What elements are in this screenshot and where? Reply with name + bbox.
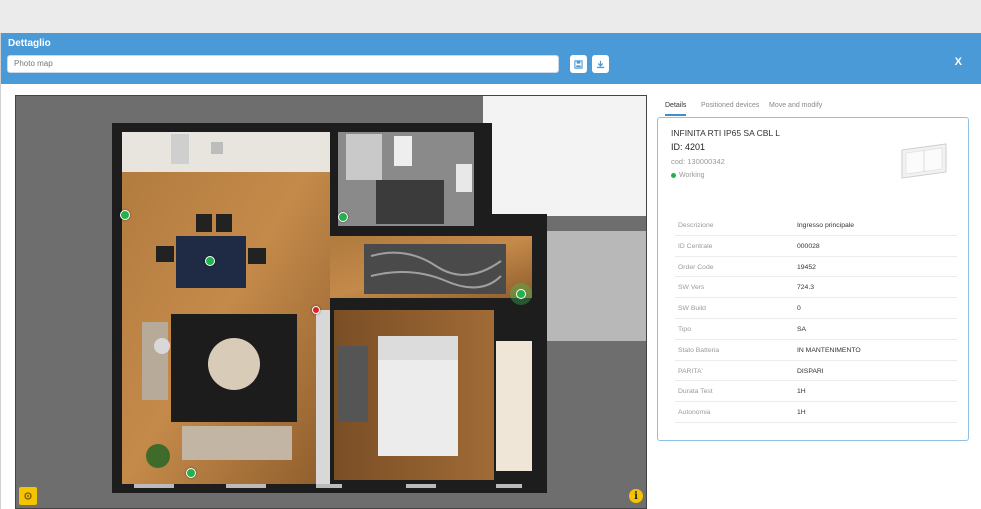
property-row: PARITA' DISPARI [675, 361, 957, 382]
property-value: SA [797, 325, 807, 333]
property-row: Tipo SA [675, 319, 957, 340]
dialog-header: Dettaglio Photo map X [1, 33, 981, 84]
device-marker[interactable] [120, 210, 130, 220]
property-row: ID Centrale 000028 [675, 236, 957, 257]
status-dot-icon [671, 173, 676, 178]
property-value: Ingresso principale [797, 222, 855, 229]
property-key: Tipo [678, 325, 691, 333]
settings-icon [24, 492, 32, 500]
property-key: Autonomia [678, 409, 711, 417]
device-marker-alarm[interactable] [312, 306, 320, 314]
device-name: INFINITA RTI IP65 SA CBL L [671, 128, 780, 138]
device-marker[interactable] [205, 256, 215, 266]
device-marker-selected[interactable] [516, 289, 526, 299]
property-value: 0 [797, 305, 801, 313]
property-row: SW Build 0 [675, 298, 957, 319]
dialog-title: Dettaglio [8, 38, 51, 49]
save-button[interactable] [570, 55, 587, 73]
tab-details[interactable]: Details [665, 100, 687, 116]
tab-positioned-devices[interactable]: Positioned devices [701, 100, 759, 116]
detail-tabs: Details Positioned devices Move and modi… [657, 100, 969, 116]
property-row: Durata Test 1H [675, 381, 957, 403]
save-icon [574, 59, 583, 69]
close-button[interactable]: X [955, 56, 962, 68]
property-row: Order Code 19452 [675, 257, 957, 278]
property-value: 000028 [797, 242, 820, 250]
property-key: Stato Batteria [678, 346, 720, 354]
device-code: cod: 130000342 [671, 157, 725, 166]
map-tool-button[interactable] [19, 487, 37, 505]
detail-dialog: Dettaglio Photo map X i Details Position… [0, 33, 981, 509]
property-key: Order Code [678, 263, 714, 271]
device-marker[interactable] [338, 212, 348, 222]
download-button[interactable] [592, 55, 609, 73]
device-id: ID: 4201 [671, 142, 706, 152]
download-icon [596, 60, 605, 68]
property-value: IN MANTENIMENTO [797, 346, 861, 354]
property-key: ID Centrale [678, 242, 713, 250]
property-row: Autonomia 1H [675, 402, 957, 423]
property-value: DISPARI [797, 367, 824, 375]
property-value: 1H [797, 388, 806, 396]
property-key: Durata Test [678, 388, 713, 396]
floor-plan-image [16, 96, 646, 508]
map-select[interactable]: Photo map [7, 55, 559, 73]
device-detail-card: INFINITA RTI IP65 SA CBL L ID: 4201 cod:… [657, 117, 969, 441]
device-marker[interactable] [186, 468, 196, 478]
property-key: PARITA' [678, 367, 703, 375]
device-status: Working [671, 172, 705, 179]
info-icon[interactable]: i [629, 489, 643, 503]
device-image [901, 143, 947, 179]
property-key: SW Build [678, 305, 706, 313]
property-key: SW Vers [678, 284, 705, 292]
floor-plan-map[interactable]: i [15, 95, 647, 509]
top-background [0, 0, 981, 33]
property-key: Descrizione [678, 222, 714, 229]
device-status-label: Working [679, 172, 705, 179]
property-value: 19452 [797, 263, 816, 271]
property-value: 1H [797, 409, 806, 417]
tab-move-and-modify[interactable]: Move and modify [769, 100, 822, 116]
property-row: Stato Batteria IN MANTENIMENTO [675, 340, 957, 361]
property-value: 724.3 [797, 284, 815, 292]
device-properties-table: Descrizione Ingresso principale ID Centra… [675, 215, 957, 423]
property-row: SW Vers 724.3 [675, 277, 957, 299]
property-row: Descrizione Ingresso principale [675, 215, 957, 236]
